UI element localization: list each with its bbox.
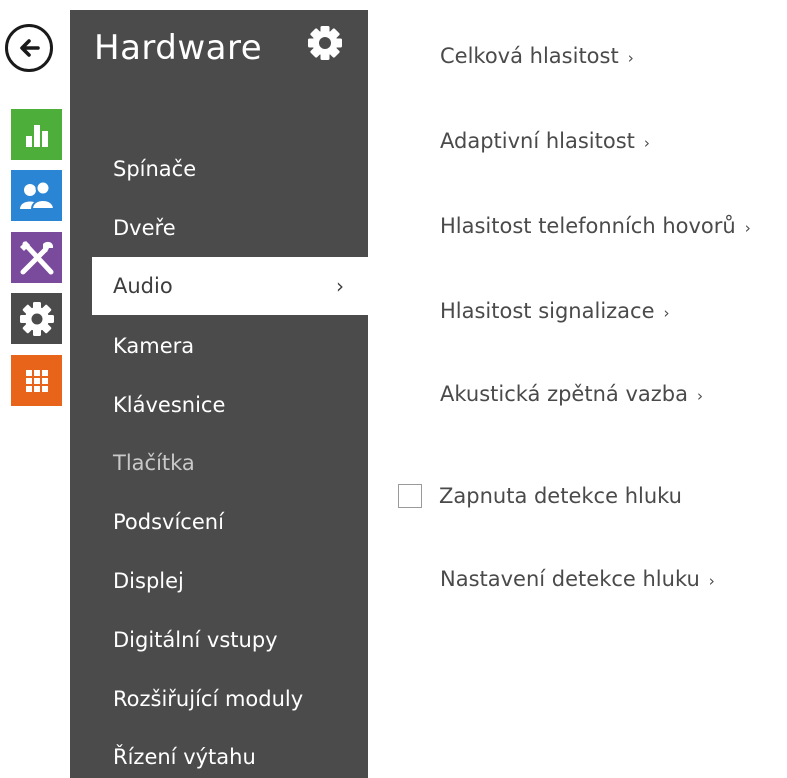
chevron-right-icon: › [643,134,650,152]
link-nastaveni-detekce-hluku[interactable]: Nastavení detekce hluku › [440,567,715,591]
sidebar-item-spinace[interactable]: Spínače [70,140,368,198]
sidebar-item-label: Audio [113,274,173,298]
sidebar-item-rozsirujici-moduly[interactable]: Rozšiřující moduly [70,670,368,728]
link-hlasitost-signalizace[interactable]: Hlasitost signalizace › [440,299,670,323]
chevron-right-icon: › [708,572,715,590]
link-adaptivni-hlasitost[interactable]: Adaptivní hlasitost › [440,129,650,153]
sidebar-item-kamera[interactable]: Kamera [70,317,368,375]
sidebar-item-label: Digitální vstupy [113,628,278,652]
sidebar-item-tlacitka[interactable]: Tlačítka [70,434,368,492]
chevron-right-icon: › [627,49,634,67]
sidebar: Hardware Spínače Dveře Audio › Kamera Kl… [70,10,368,778]
noise-detection-label: Zapnuta detekce hluku [439,484,682,508]
rail-system-button[interactable] [11,293,62,344]
gear-icon [308,26,342,60]
link-akusticka-zpetna-vazba[interactable]: Akustická zpětná vazba › [440,382,703,406]
chevron-right-icon: › [663,304,670,322]
link-label: Celková hlasitost [440,44,619,68]
rail-status-button[interactable] [11,109,62,160]
app-root: Hardware Spínače Dveře Audio › Kamera Kl… [0,0,787,778]
chevron-right-icon: › [744,219,751,237]
bar-chart-icon [25,124,48,147]
arrow-left-icon [20,39,40,57]
link-label: Akustická zpětná vazba [440,382,688,406]
sidebar-item-label: Displej [113,569,184,593]
grid-icon [25,369,48,392]
gear-icon [19,301,54,336]
sidebar-item-digitalni-vstupy[interactable]: Digitální vstupy [70,611,368,669]
link-label: Nastavení detekce hluku [440,567,700,591]
rail-services-button[interactable] [11,355,62,406]
link-label: Hlasitost telefonních hovorů [440,214,736,238]
sidebar-item-klavesnice[interactable]: Klávesnice [70,376,368,434]
sidebar-title: Hardware [94,28,263,68]
tools-icon [19,240,53,274]
link-hlasitost-telefonnich-hovoru[interactable]: Hlasitost telefonních hovorů › [440,214,751,238]
chevron-right-icon: › [336,274,344,298]
rail-directory-button[interactable] [11,170,62,221]
sidebar-item-label: Spínače [113,157,197,181]
chevron-right-icon: › [696,387,703,405]
sidebar-item-podsviceni[interactable]: Podsvícení [70,493,368,551]
sidebar-item-label: Tlačítka [113,451,195,475]
link-label: Adaptivní hlasitost [440,129,635,153]
rail-hardware-button[interactable] [11,232,62,283]
sidebar-item-displej[interactable]: Displej [70,552,368,610]
noise-detection-row: Zapnuta detekce hluku [398,484,682,508]
sidebar-item-audio[interactable]: Audio › [92,257,368,315]
link-label: Hlasitost signalizace [440,299,655,323]
sidebar-item-label: Klávesnice [113,393,226,417]
noise-detection-checkbox[interactable] [398,484,422,508]
sidebar-item-label: Dveře [113,216,176,240]
sidebar-item-label: Podsvícení [113,510,224,534]
sidebar-item-rizeni-vytahu[interactable]: Řízení výtahu [70,728,368,778]
back-button[interactable] [5,24,53,72]
sidebar-item-dvere[interactable]: Dveře [70,199,368,257]
sidebar-item-label: Rozšiřující moduly [113,687,304,711]
sidebar-item-label: Řízení výtahu [113,745,256,769]
users-icon [19,180,55,210]
link-celkova-hlasitost[interactable]: Celková hlasitost › [440,44,634,68]
sidebar-item-label: Kamera [113,334,195,358]
